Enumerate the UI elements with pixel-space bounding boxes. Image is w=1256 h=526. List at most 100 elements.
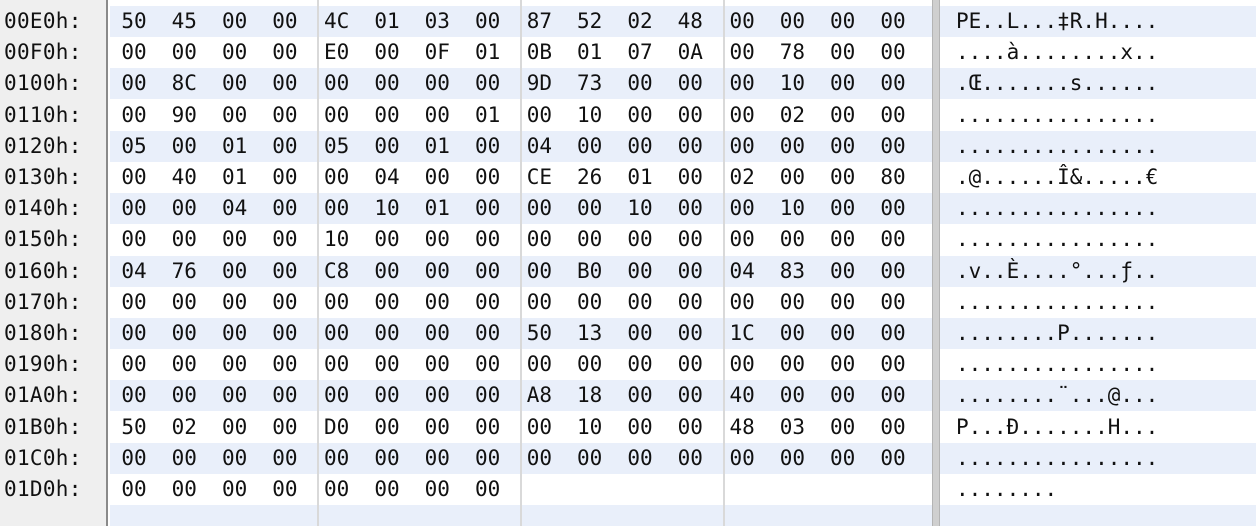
hex-byte-cell[interactable]: 04 xyxy=(517,131,561,162)
hex-byte-cell[interactable]: 00 xyxy=(466,349,510,380)
hex-byte-cell[interactable]: 00 xyxy=(263,287,307,318)
hex-byte-cell[interactable]: 00 xyxy=(720,68,764,99)
hex-byte-cell[interactable]: 10 xyxy=(618,193,662,224)
hex-byte-cell[interactable]: 05 xyxy=(315,131,359,162)
hex-byte-cell[interactable]: 00 xyxy=(871,37,915,68)
hex-byte-cell[interactable]: 05 xyxy=(112,131,156,162)
hex-byte-cell[interactable]: 00 xyxy=(720,224,764,255)
hex-byte-cell[interactable]: 00 xyxy=(365,37,409,68)
hex-byte-cell[interactable]: 00 xyxy=(365,131,409,162)
hex-bytes-pane[interactable]: 50 45 00 00 4C 01 03 00 87 52 02 48 00 00 00 00 00 00 00 00… xyxy=(110,0,932,526)
hex-byte-cell[interactable]: 00 xyxy=(213,37,257,68)
hex-byte-cell[interactable]: 04 xyxy=(213,193,257,224)
hex-byte-cell[interactable]: 00 xyxy=(162,224,206,255)
hex-byte-cell[interactable]: 00 xyxy=(618,380,662,411)
hex-byte-cell[interactable]: 00 xyxy=(415,349,459,380)
hex-byte-cell[interactable]: 00 xyxy=(668,349,712,380)
hex-byte-cell[interactable]: 00 xyxy=(263,256,307,287)
hex-byte-cell[interactable]: 01 xyxy=(213,131,257,162)
hex-byte-cell[interactable]: 00 xyxy=(162,380,206,411)
hex-byte-cell[interactable]: 90 xyxy=(162,100,206,131)
hex-byte-cell[interactable]: 00 xyxy=(720,443,764,474)
hex-byte-cell[interactable]: 00 xyxy=(415,256,459,287)
hex-byte-cell[interactable]: 18 xyxy=(568,380,612,411)
hex-byte-cell[interactable]: 00 xyxy=(415,474,459,505)
hex-byte-cell[interactable]: 00 xyxy=(315,287,359,318)
hex-byte-cell[interactable]: 00 xyxy=(365,318,409,349)
ascii-row-text[interactable]: PE..L...‡R.H.... xyxy=(956,6,1158,37)
hex-byte-cell[interactable]: 1C xyxy=(720,318,764,349)
hex-byte-cell[interactable]: 00 xyxy=(415,162,459,193)
hex-byte-cell[interactable]: 00 xyxy=(821,224,865,255)
hex-byte-cell[interactable]: 02 xyxy=(618,6,662,37)
hex-byte-cell[interactable]: 00 xyxy=(315,318,359,349)
hex-byte-cell[interactable]: 00 xyxy=(618,100,662,131)
hex-byte-cell[interactable]: 00 xyxy=(871,256,915,287)
hex-byte-cell[interactable]: 00 xyxy=(568,224,612,255)
hex-byte-cell[interactable]: 00 xyxy=(365,68,409,99)
hex-byte-cell[interactable]: B0 xyxy=(568,256,612,287)
hex-byte-cell[interactable]: 00 xyxy=(112,100,156,131)
hex-byte-cell[interactable]: 00 xyxy=(263,349,307,380)
ascii-row-text[interactable]: P...Ð.......H... xyxy=(956,412,1158,443)
hex-byte-cell[interactable]: 00 xyxy=(770,224,814,255)
hex-byte-cell[interactable]: 00 xyxy=(213,224,257,255)
hex-byte-cell[interactable]: 00 xyxy=(263,162,307,193)
hex-byte-cell[interactable]: 48 xyxy=(720,412,764,443)
ascii-row-text[interactable]: ................ xyxy=(956,349,1158,380)
hex-byte-cell[interactable]: 00 xyxy=(315,380,359,411)
hex-byte-cell[interactable]: 00 xyxy=(365,349,409,380)
hex-byte-cell[interactable]: 00 xyxy=(315,443,359,474)
hex-byte-cell[interactable]: 00 xyxy=(112,287,156,318)
ascii-row-text[interactable]: ................ xyxy=(956,224,1158,255)
hex-byte-cell[interactable]: 00 xyxy=(365,100,409,131)
hex-byte-cell[interactable]: 00 xyxy=(720,37,764,68)
ascii-row-text[interactable]: ................ xyxy=(956,100,1158,131)
hex-byte-cell[interactable]: 48 xyxy=(668,6,712,37)
hex-byte-cell[interactable]: 00 xyxy=(821,443,865,474)
hex-byte-cell[interactable]: 00 xyxy=(821,131,865,162)
hex-byte-cell[interactable]: 8C xyxy=(162,68,206,99)
hex-byte-cell[interactable]: 00 xyxy=(213,68,257,99)
hex-byte-cell[interactable]: 00 xyxy=(315,68,359,99)
hex-byte-cell[interactable]: 4C xyxy=(315,6,359,37)
hex-byte-cell[interactable]: 00 xyxy=(263,37,307,68)
hex-byte-cell[interactable]: 02 xyxy=(770,100,814,131)
hex-byte-cell[interactable]: 00 xyxy=(668,68,712,99)
hex-byte-cell[interactable]: 00 xyxy=(112,349,156,380)
hex-byte-cell[interactable]: 00 xyxy=(263,100,307,131)
hex-byte-cell[interactable]: 00 xyxy=(517,412,561,443)
hex-byte-cell[interactable]: 00 xyxy=(112,380,156,411)
hex-byte-cell[interactable]: 10 xyxy=(315,224,359,255)
hex-byte-cell[interactable]: 00 xyxy=(720,131,764,162)
hex-byte-cell[interactable]: 00 xyxy=(720,100,764,131)
hex-byte-cell[interactable]: 00 xyxy=(517,224,561,255)
ascii-row-text[interactable]: ................ xyxy=(956,131,1158,162)
hex-byte-cell[interactable]: 13 xyxy=(568,318,612,349)
hex-byte-cell[interactable]: 04 xyxy=(365,162,409,193)
hex-byte-cell[interactable]: 00 xyxy=(821,6,865,37)
hex-byte-cell[interactable]: 00 xyxy=(213,412,257,443)
hex-byte-cell[interactable]: 00 xyxy=(821,287,865,318)
hex-byte-cell[interactable]: 00 xyxy=(466,318,510,349)
hex-byte-cell[interactable]: 00 xyxy=(770,6,814,37)
hex-byte-cell[interactable]: 00 xyxy=(668,380,712,411)
hex-byte-cell[interactable]: 00 xyxy=(770,131,814,162)
hex-byte-cell[interactable]: 00 xyxy=(517,349,561,380)
hex-byte-cell[interactable]: 00 xyxy=(668,193,712,224)
hex-byte-cell[interactable]: 00 xyxy=(315,193,359,224)
hex-byte-cell[interactable]: 00 xyxy=(568,443,612,474)
hex-byte-cell[interactable]: 00 xyxy=(466,68,510,99)
hex-byte-cell[interactable]: 00 xyxy=(162,37,206,68)
hex-byte-cell[interactable]: 00 xyxy=(415,287,459,318)
hex-byte-cell[interactable]: 00 xyxy=(668,100,712,131)
hex-byte-cell[interactable]: 26 xyxy=(568,162,612,193)
hex-byte-cell[interactable]: 00 xyxy=(821,37,865,68)
hex-byte-cell[interactable]: 00 xyxy=(618,224,662,255)
hex-byte-cell[interactable]: 00 xyxy=(871,131,915,162)
hex-byte-cell[interactable]: 00 xyxy=(415,224,459,255)
hex-byte-cell[interactable]: 00 xyxy=(263,443,307,474)
ascii-row-text[interactable]: ........ xyxy=(956,474,1057,505)
hex-byte-cell[interactable]: 83 xyxy=(770,256,814,287)
hex-byte-cell[interactable]: 00 xyxy=(517,443,561,474)
